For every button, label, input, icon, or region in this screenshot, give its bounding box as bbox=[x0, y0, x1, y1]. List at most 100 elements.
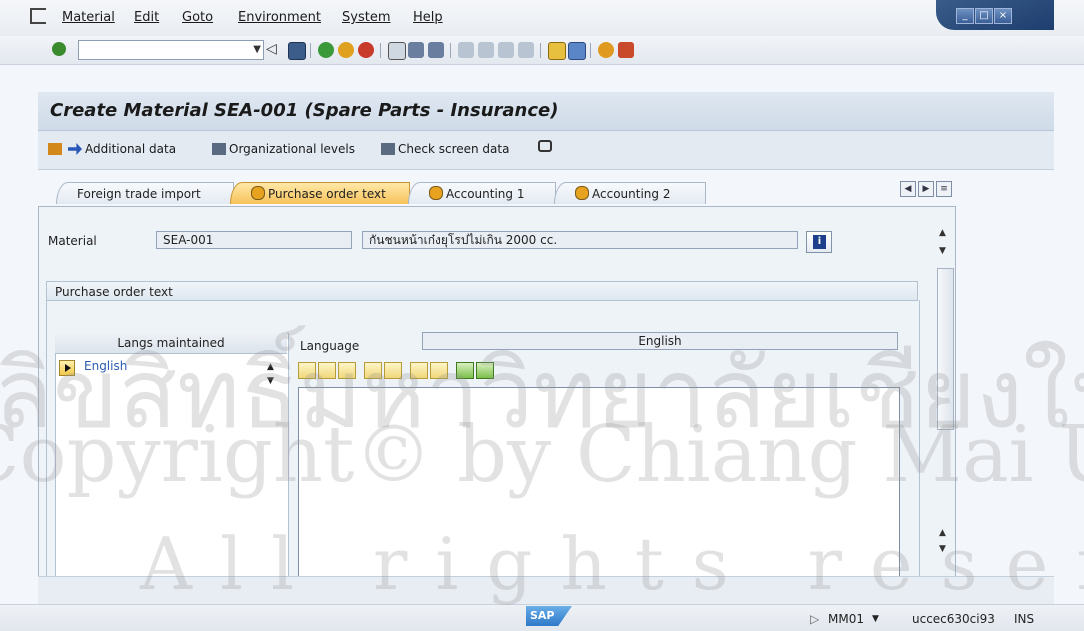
input-mode[interactable]: INS bbox=[1014, 612, 1034, 626]
shortcut-icon[interactable] bbox=[568, 42, 586, 60]
menu-environment[interactable]: Environment bbox=[238, 10, 321, 25]
lang-item-english[interactable]: English bbox=[84, 359, 127, 373]
system-toolbar: ▼ ◁ bbox=[0, 36, 1084, 65]
menu-exit-icon[interactable] bbox=[30, 8, 46, 24]
page-title: Create Material SEA-001 (Spare Parts - I… bbox=[50, 100, 559, 121]
layout-icon[interactable] bbox=[618, 42, 634, 58]
server-name: uccec630ci93 bbox=[912, 612, 995, 626]
first-page-icon[interactable] bbox=[458, 42, 474, 58]
menu-goto[interactable]: Goto bbox=[182, 10, 213, 25]
tab-next-icon[interactable]: ▶ bbox=[918, 181, 934, 197]
replace-icon[interactable] bbox=[430, 362, 448, 379]
scroll-down-icon[interactable]: ▼ bbox=[939, 246, 946, 256]
undo-icon[interactable] bbox=[364, 362, 382, 379]
menu-system[interactable]: System bbox=[342, 10, 390, 25]
tab-label: Foreign trade import bbox=[77, 187, 201, 201]
menu-material[interactable]: Material bbox=[62, 10, 115, 25]
tab-navigation: ◀ ▶ ≡ bbox=[900, 181, 956, 197]
scroll-up-icon[interactable]: ▲ bbox=[939, 228, 946, 238]
enter-icon[interactable] bbox=[52, 42, 66, 56]
hierarchy-icon bbox=[212, 143, 226, 155]
help-icon[interactable] bbox=[598, 42, 614, 58]
tab-icon bbox=[429, 186, 443, 200]
copy-icon[interactable] bbox=[318, 362, 336, 379]
check-screen-button[interactable]: Check screen data bbox=[381, 142, 509, 156]
paste-icon[interactable] bbox=[338, 362, 356, 379]
arrow-right-icon bbox=[68, 143, 82, 155]
tab-icon bbox=[251, 186, 265, 200]
menu-edit[interactable]: Edit bbox=[134, 10, 159, 25]
maximize-icon[interactable]: □ bbox=[975, 8, 993, 24]
title-bar: Create Material SEA-001 (Spare Parts - I… bbox=[38, 92, 1054, 131]
material-number-field: SEA-001 bbox=[156, 231, 352, 249]
material-label: Material bbox=[48, 234, 97, 248]
toolbar-separator bbox=[450, 43, 451, 58]
text-editor[interactable] bbox=[298, 387, 900, 578]
find-icon[interactable] bbox=[408, 42, 424, 58]
back-nav-icon[interactable] bbox=[318, 42, 334, 58]
check-screen-icon bbox=[381, 143, 395, 155]
language-field: English bbox=[422, 332, 898, 350]
minimize-icon[interactable]: _ bbox=[956, 8, 974, 24]
back-icon[interactable]: ◁ bbox=[266, 41, 277, 57]
org-levels-label: Organizational levels bbox=[229, 142, 356, 156]
scroll-up-icon[interactable]: ▲ bbox=[939, 528, 946, 538]
tab-accounting-2[interactable]: Accounting 2 bbox=[554, 182, 706, 204]
row-selector-icon[interactable] bbox=[59, 360, 75, 376]
select-views-icon bbox=[48, 143, 62, 155]
select-views-button[interactable] bbox=[48, 142, 65, 156]
cut-icon[interactable] bbox=[298, 362, 316, 379]
additional-data-button[interactable]: Additional data bbox=[68, 142, 176, 156]
tab-foreign-trade-import[interactable]: Foreign trade import bbox=[56, 182, 234, 204]
toolbar-separator bbox=[380, 43, 381, 58]
info-button[interactable]: i bbox=[806, 231, 832, 253]
command-field[interactable]: ▼ bbox=[78, 40, 264, 60]
langs-header: Langs maintained bbox=[55, 333, 287, 354]
tab-label: Accounting 1 bbox=[446, 187, 525, 201]
toolbar-separator bbox=[310, 43, 311, 58]
chevron-down-icon[interactable]: ▼ bbox=[872, 614, 879, 624]
new-session-icon[interactable] bbox=[548, 42, 566, 60]
scroll-up-icon[interactable]: ▲ bbox=[267, 362, 274, 372]
editor-toolbar bbox=[298, 362, 568, 380]
tab-label: Accounting 2 bbox=[592, 187, 671, 201]
scroll-down-icon[interactable]: ▼ bbox=[939, 544, 946, 554]
prev-page-icon[interactable] bbox=[478, 42, 494, 58]
tab-purchase-order-text[interactable]: Purchase order text bbox=[230, 182, 410, 204]
exit-icon[interactable] bbox=[338, 42, 354, 58]
language-label: Language bbox=[300, 339, 360, 353]
status-toggle-icon[interactable]: ▷ bbox=[810, 612, 819, 626]
print-icon[interactable] bbox=[388, 42, 406, 60]
transaction-code[interactable]: MM01 bbox=[828, 612, 864, 626]
bottom-band bbox=[38, 576, 1054, 605]
info-icon: i bbox=[813, 235, 826, 249]
cancel-icon[interactable] bbox=[358, 42, 374, 58]
toolbar-separator bbox=[540, 43, 541, 58]
material-description-field: กันชนหน้าเก๋งยุโรปไม่เกิน 2000 cc. bbox=[362, 231, 798, 249]
redo-icon[interactable] bbox=[384, 362, 402, 379]
find-icon[interactable] bbox=[410, 362, 428, 379]
tab-prev-icon[interactable]: ◀ bbox=[900, 181, 916, 197]
tab-icon bbox=[575, 186, 589, 200]
scroll-down-icon[interactable]: ▼ bbox=[267, 376, 274, 386]
menu-help[interactable]: Help bbox=[413, 10, 443, 25]
save-icon[interactable] bbox=[288, 42, 306, 60]
last-page-icon[interactable] bbox=[518, 42, 534, 58]
scrollbar-thumb[interactable] bbox=[937, 268, 954, 430]
next-page-icon[interactable] bbox=[498, 42, 514, 58]
check-screen-label: Check screen data bbox=[398, 142, 510, 156]
window-controls: _ □ × bbox=[936, 0, 1054, 30]
find-next-icon[interactable] bbox=[428, 42, 444, 58]
application-toolbar: Additional data Organizational levels Ch… bbox=[38, 131, 1054, 170]
tab-label: Purchase order text bbox=[268, 187, 386, 201]
close-icon[interactable]: × bbox=[994, 8, 1012, 24]
lock-icon[interactable] bbox=[538, 140, 552, 152]
group-header: Purchase order text bbox=[46, 281, 918, 301]
menu-bar: Material Edit Goto Environment System He… bbox=[0, 0, 1084, 36]
org-levels-button[interactable]: Organizational levels bbox=[212, 142, 355, 156]
export-icon[interactable] bbox=[476, 362, 494, 379]
import-icon[interactable] bbox=[456, 362, 474, 379]
tab-list-icon[interactable]: ≡ bbox=[936, 181, 952, 197]
tab-accounting-1[interactable]: Accounting 1 bbox=[408, 182, 556, 204]
chevron-down-icon[interactable]: ▼ bbox=[253, 44, 261, 55]
